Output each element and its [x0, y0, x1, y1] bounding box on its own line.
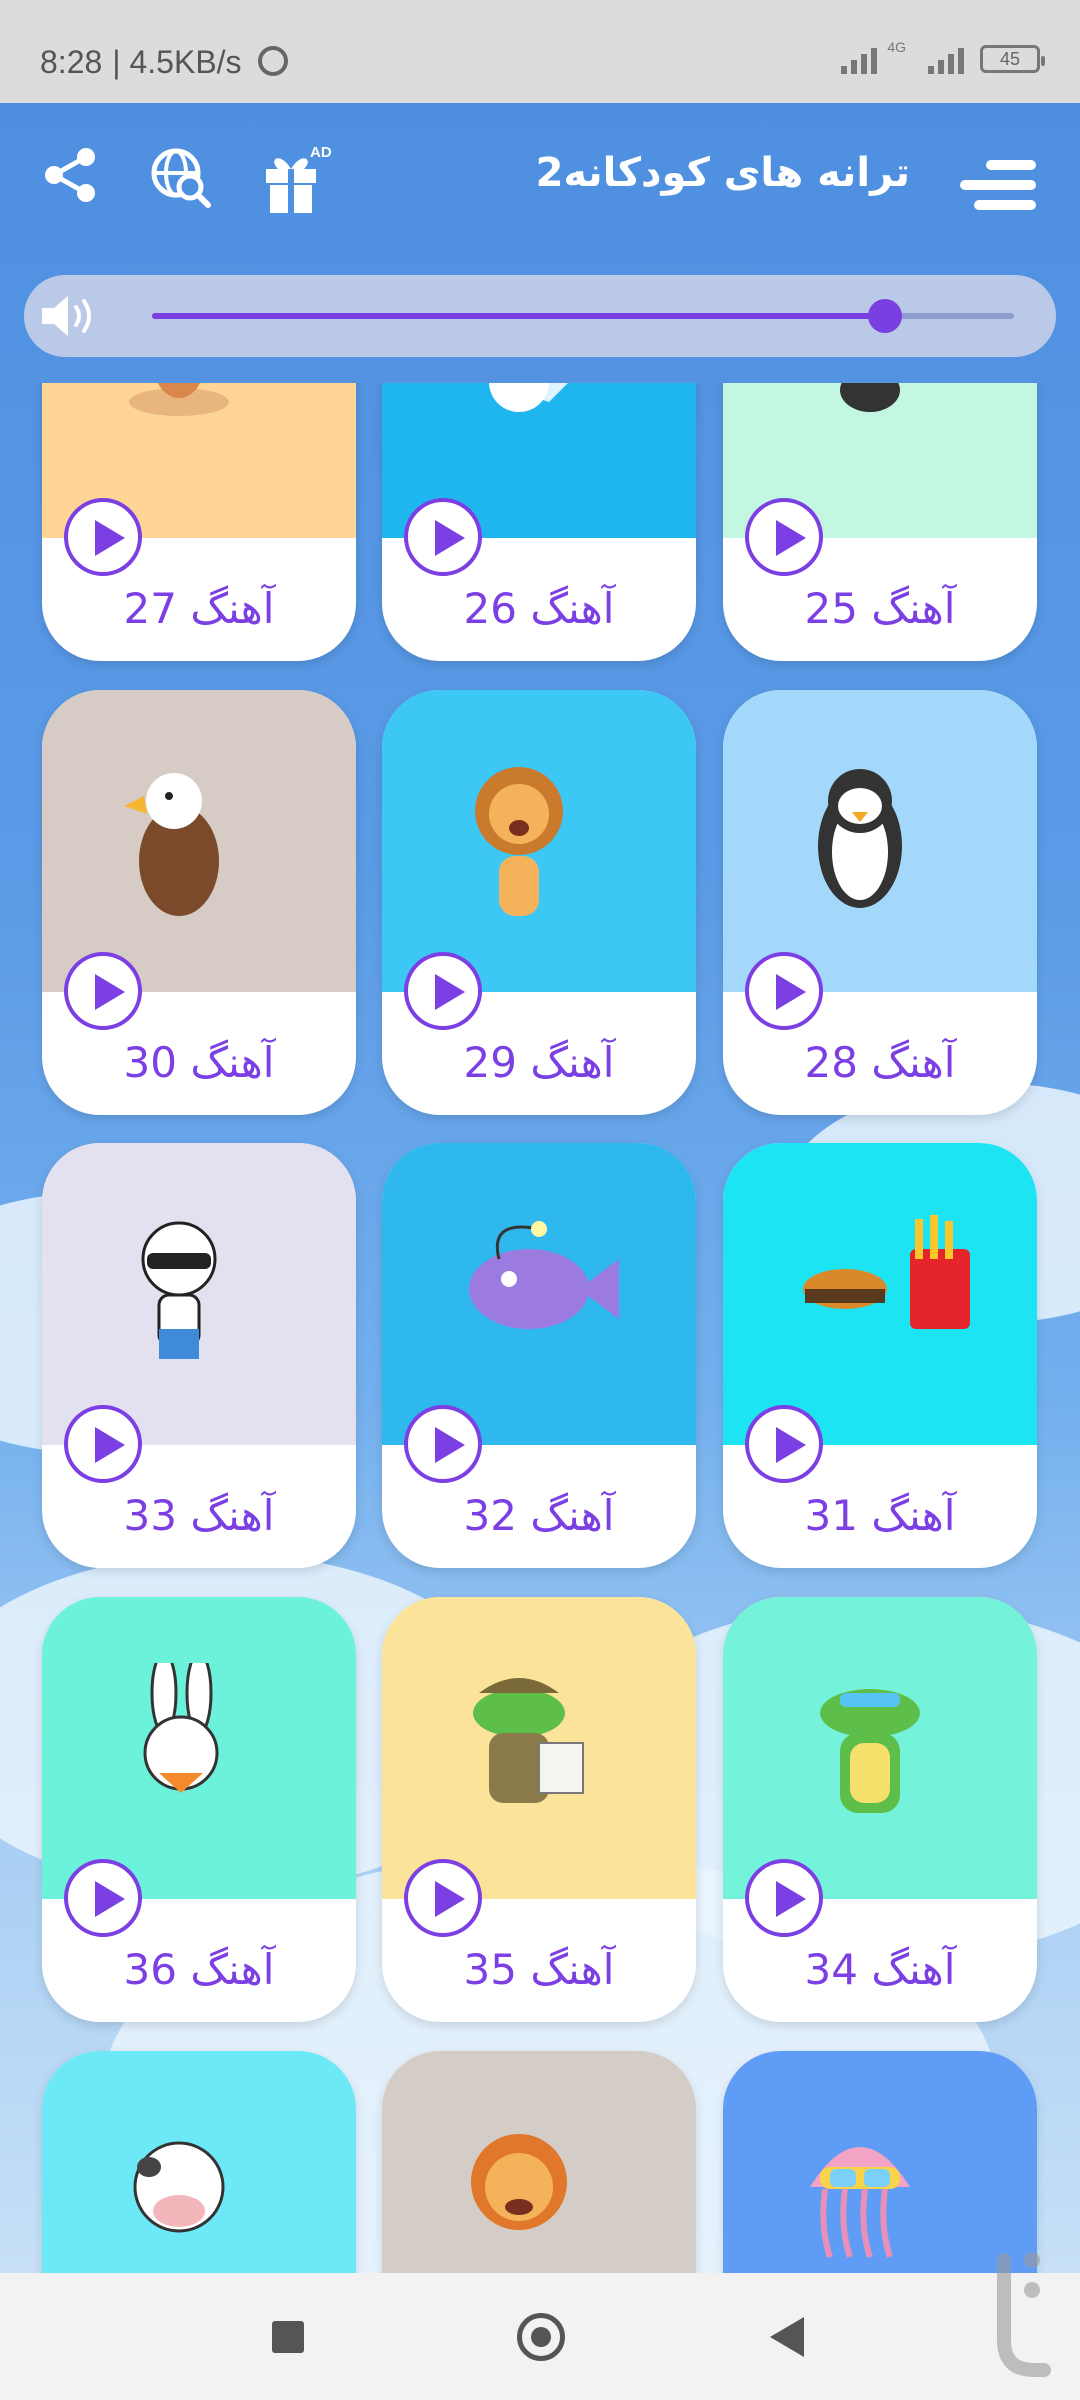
network-type: 4G [887, 39, 906, 55]
jellyfish-illustration [810, 2147, 910, 2258]
signal-icon [841, 44, 878, 74]
song-label: آهنگ 25 [804, 584, 956, 633]
share-icon[interactable] [40, 145, 100, 205]
lion-illustration [475, 767, 563, 916]
song-card[interactable]: آهنگ 26 [382, 383, 696, 661]
volume-track[interactable] [152, 299, 1014, 333]
play-icon[interactable] [64, 1405, 142, 1483]
page-title: ترانه های کودکانه2 [535, 150, 910, 196]
song-card[interactable]: آهنگ 36 [42, 1597, 356, 2022]
status-time: 8:28 [40, 44, 103, 80]
status-right: 4G 45 [841, 39, 1045, 74]
song-art-lion-cub [382, 2051, 696, 2273]
cow-illustration [133, 2141, 225, 2233]
song-label: آهنگ 34 [804, 1945, 956, 1994]
status-left: 8:28 | 4.5KB/s [40, 44, 288, 81]
song-label: آهنگ 32 [463, 1491, 615, 1540]
squirrel-illustration [129, 383, 229, 416]
song-card[interactable]: آهنگ 28 [723, 690, 1037, 1115]
song-card[interactable]: آهنگ 30 [42, 690, 356, 1115]
crocodile-explorer-illustration [473, 1678, 584, 1803]
song-label: آهنگ 29 [463, 1038, 615, 1087]
signal-icon-2 [928, 44, 964, 74]
navigation-bar [0, 2273, 1080, 2400]
polar-bear-sunglasses-illustration [141, 1221, 217, 1359]
play-icon[interactable] [404, 952, 482, 1030]
play-icon[interactable] [404, 1405, 482, 1483]
polar-bear-surf-illustration [489, 383, 568, 412]
alarm-icon [257, 45, 288, 76]
speaker-icon[interactable] [40, 293, 100, 339]
play-icon[interactable] [404, 498, 482, 576]
song-label: آهنگ 28 [804, 1038, 956, 1087]
play-icon[interactable] [64, 1859, 142, 1937]
play-icon[interactable] [64, 952, 142, 1030]
volume-thumb[interactable] [867, 299, 902, 333]
song-art-crocodile-drink [723, 1597, 1037, 1899]
song-card[interactable]: آهنگ 33 [42, 1143, 356, 1568]
song-art-eagle [42, 690, 356, 992]
volume-fill [152, 313, 885, 319]
back-button[interactable] [770, 2317, 804, 2357]
song-art-burger-fries [723, 1143, 1037, 1445]
song-label: آهنگ 30 [123, 1038, 275, 1087]
song-label: آهنگ 36 [123, 1945, 275, 1994]
ad-badge: AD [310, 144, 332, 161]
penguin-illustration [818, 769, 902, 908]
play-icon[interactable] [745, 952, 823, 1030]
song-card[interactable]: آهنگ 34 [723, 1597, 1037, 2022]
song-card[interactable] [42, 2051, 356, 2273]
song-label: آهنگ 35 [463, 1945, 615, 1994]
burger-fries-illustration [803, 1215, 970, 1329]
song-art-penguin [723, 690, 1037, 992]
song-label: آهنگ 26 [463, 584, 615, 633]
globe-search-icon[interactable] [148, 145, 212, 209]
song-art-anglerfish [382, 1143, 696, 1445]
song-card[interactable]: آهنگ 25 [723, 383, 1037, 661]
status-net-speed: | 4.5KB/s [112, 44, 242, 80]
song-label: آهنگ 31 [804, 1491, 956, 1540]
play-icon[interactable] [745, 498, 823, 576]
battery-level: 45 [999, 48, 1021, 69]
status-bar: 8:28 | 4.5KB/s 4G 45 [0, 0, 1080, 103]
song-art-lion [382, 690, 696, 992]
menu-icon[interactable] [960, 160, 1036, 210]
play-icon[interactable] [404, 1859, 482, 1937]
song-art-polar-bear-sunglasses [42, 1143, 356, 1445]
song-grid: آهنگ 27 آهنگ 26 آهنگ 25 آهنگ 30 آهنگ 29 آهنگ … [0, 383, 1080, 2273]
song-card[interactable]: آهنگ 29 [382, 690, 696, 1115]
song-card[interactable]: آهنگ 35 [382, 1597, 696, 2022]
bazaar-logo [997, 2252, 1051, 2377]
eagle-illustration [124, 773, 219, 916]
lion-cub-illustration [471, 2134, 567, 2230]
song-art-bunny [42, 1597, 356, 1899]
song-art-cow [42, 2051, 356, 2273]
song-label: آهنگ 33 [123, 1491, 275, 1540]
volume-bar [24, 275, 1056, 357]
song-card[interactable] [382, 2051, 696, 2273]
song-card[interactable]: آهنگ 31 [723, 1143, 1037, 1568]
crocodile-drink-illustration [820, 1689, 920, 1813]
play-icon[interactable] [745, 1405, 823, 1483]
home-button[interactable] [517, 2313, 565, 2361]
recents-button[interactable] [272, 2321, 304, 2353]
song-card[interactable]: آهنگ 32 [382, 1143, 696, 1568]
song-art-crocodile-explorer [382, 1597, 696, 1899]
bunny-illustration [143, 1663, 219, 1793]
panda-illustration [840, 383, 900, 412]
play-icon[interactable] [745, 1859, 823, 1937]
song-card[interactable]: آهنگ 27 [42, 383, 356, 661]
battery-icon: 45 [980, 45, 1045, 73]
anglerfish-illustration [469, 1221, 619, 1329]
song-label: آهنگ 27 [123, 584, 275, 633]
play-icon[interactable] [64, 498, 142, 576]
